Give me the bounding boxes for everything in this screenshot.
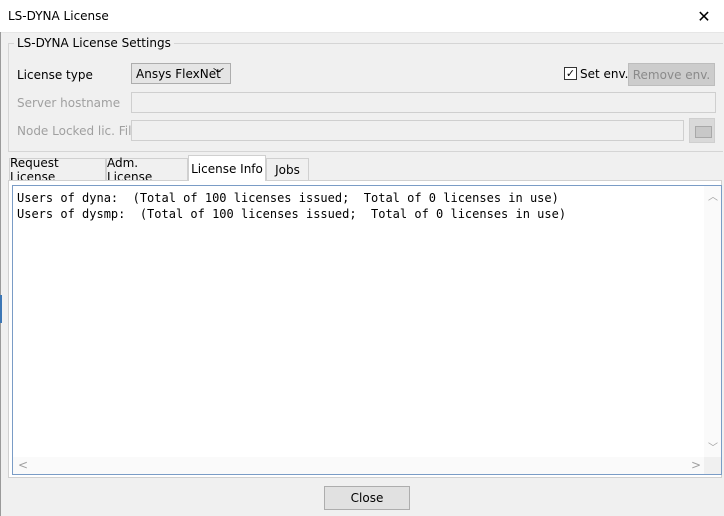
scroll-up-icon[interactable]: ︿ xyxy=(708,188,718,203)
window-title: LS-DYNA License xyxy=(8,9,109,23)
license-info-text: Users of dyna: (Total of 100 licenses is… xyxy=(17,190,566,222)
vertical-scrollbar[interactable]: ︿ ﹀ xyxy=(704,186,721,458)
close-button[interactable]: Close xyxy=(324,486,410,510)
license-type-select[interactable]: Ansys FlexNet ﹀ xyxy=(131,63,231,84)
server-hostname-field[interactable] xyxy=(131,92,716,113)
horizontal-scrollbar[interactable]: < > xyxy=(13,457,705,474)
scroll-left-icon[interactable]: < xyxy=(18,458,28,472)
license-type-label: License type xyxy=(17,68,93,82)
window-left-edge-highlight xyxy=(0,295,2,323)
window-left-edge xyxy=(0,32,1,516)
license-info-line: Users of dyna: (Total of 100 licenses is… xyxy=(17,191,559,205)
folder-icon xyxy=(695,126,712,138)
license-info-line: Users of dysmp: (Total of 100 licenses i… xyxy=(17,207,567,221)
tab-jobs[interactable]: Jobs xyxy=(266,158,309,180)
tab-request-license[interactable]: Request License xyxy=(9,156,106,184)
title-bar: LS-DYNA License ✕ xyxy=(0,0,724,33)
remove-env-button[interactable]: Remove env. xyxy=(628,63,715,86)
checkmark-icon: ✓ xyxy=(565,67,576,80)
node-locked-file-label: Node Locked lic. File xyxy=(17,124,139,138)
license-settings-group-title: LS-DYNA License Settings xyxy=(14,36,174,50)
scroll-down-icon[interactable]: ﹀ xyxy=(708,439,718,454)
chevron-down-icon: ﹀ xyxy=(213,67,224,80)
scroll-right-icon[interactable]: > xyxy=(691,458,701,472)
node-locked-file-field[interactable] xyxy=(131,120,684,141)
set-env-label: Set env. xyxy=(580,67,629,81)
set-env-checkbox[interactable]: ✓ xyxy=(564,67,577,80)
license-type-value: Ansys FlexNet xyxy=(136,67,221,81)
tab-license-info[interactable]: License Info xyxy=(188,155,266,181)
server-hostname-label: Server hostname xyxy=(17,96,121,110)
browse-file-button[interactable] xyxy=(689,118,715,143)
window-close-icon[interactable]: ✕ xyxy=(684,0,724,32)
license-info-textarea[interactable]: Users of dyna: (Total of 100 licenses is… xyxy=(12,185,722,475)
tab-adm-license[interactable]: Adm. License xyxy=(106,156,188,184)
scrollbar-corner xyxy=(704,457,721,474)
